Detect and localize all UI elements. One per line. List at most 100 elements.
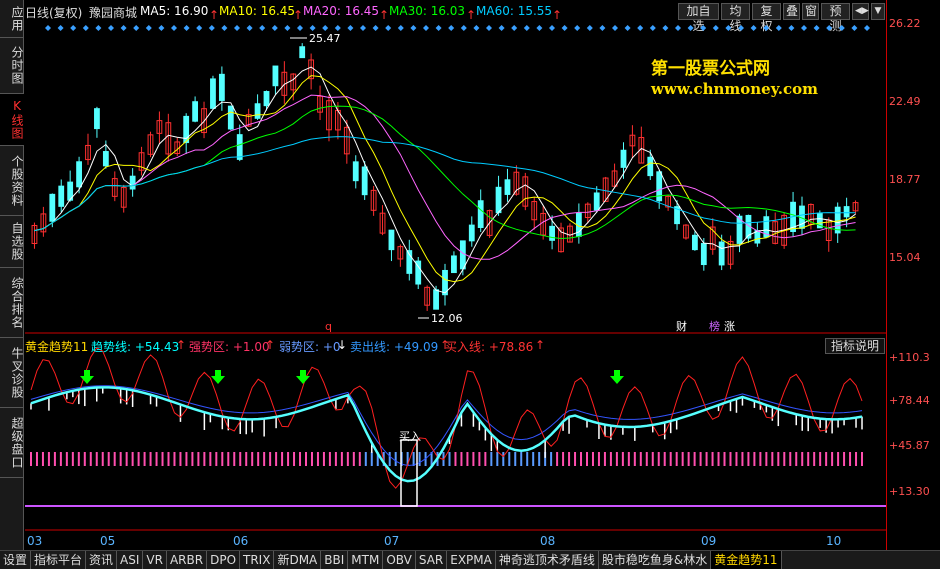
moving-average-line [34,136,856,232]
bottom-tab[interactable]: OBV [383,551,416,569]
candle-body [451,255,457,274]
price-axis: 26.22 22.49 18.77 15.04 +110.3 +78.44 +4… [886,0,940,550]
info-marker [271,25,278,31]
sidebar-tab[interactable]: K线图 [0,94,24,146]
q-marker: q [325,320,332,333]
candle-body [218,73,225,101]
info-marker [561,25,568,31]
limit-up-marker: 涨 [724,320,735,333]
info-marker [649,25,656,31]
info-marker [120,25,127,31]
high-price-label: 25.47 [309,32,341,45]
sell-line-value: 卖出线: +49.09 [350,340,439,354]
candle-body [58,185,65,207]
info-marker [423,25,429,31]
info-marker [322,25,329,31]
info-marker [385,25,392,31]
indicator-name: 黄金趋势11 [25,340,89,354]
date-label: 08 [540,534,556,548]
info-marker [675,25,681,31]
info-marker [813,25,820,31]
bottom-tab[interactable]: VR [143,551,167,569]
candle-body [94,108,100,130]
candle-body [468,224,475,242]
info-marker [511,25,518,31]
info-marker [637,25,644,31]
bottom-tab[interactable]: ARBR [167,551,208,569]
info-marker [523,25,530,31]
candle-body [210,78,216,109]
candle-body [299,46,306,59]
bottom-tab[interactable]: 股市稳吃鱼身&林水 [599,551,712,569]
info-marker [788,25,795,31]
candle-body [620,149,627,168]
price-tick: 26.22 [889,17,921,30]
info-marker [171,25,177,31]
info-marker [725,25,732,31]
info-marker [259,25,266,31]
candle-body [76,161,82,188]
finance-marker: 财 [676,319,687,333]
ind-tick: +13.30 [889,485,930,498]
indicator-explain-button[interactable]: 指标说明 [825,338,885,354]
info-marker [738,25,744,31]
sidebar-tab[interactable]: 个股资料 [0,146,24,216]
buy-line-value: 买入线: +78.86 [445,340,534,354]
info-marker [486,25,492,31]
buy-line [30,347,863,489]
bottom-tab[interactable]: ASI [117,551,144,569]
watermark-url: www.chnmoney.com [651,80,818,98]
info-marker [700,25,707,31]
info-marker [536,25,543,31]
bottom-tab[interactable]: EXPMA [447,551,496,569]
bottom-tab[interactable]: BBI [321,551,349,569]
info-marker [662,25,669,31]
info-marker [687,25,694,31]
sell-arrow-icon [296,370,310,384]
bottom-tab[interactable]: DPO [207,551,241,569]
info-marker [95,25,102,31]
moving-average-line [34,105,856,240]
candle-body [700,243,707,266]
info-marker [801,25,807,31]
bottom-tab[interactable]: 黄金趋势11 [711,551,782,569]
sidebar-tab[interactable]: 超级盘口 [0,408,24,478]
candle-body [459,240,466,270]
info-marker [309,25,316,31]
sidebar-tab[interactable]: 应用 [0,0,24,38]
info-marker [864,25,870,31]
info-marker [221,25,228,31]
sidebar-tab[interactable]: 自选股 [0,216,24,268]
info-marker [82,25,89,31]
bottom-tab[interactable]: 资讯 [86,551,118,569]
candle-body [272,65,279,87]
strong-zone-value: 强势区: +1.00 [189,340,270,354]
bottom-tab[interactable]: 神奇逃顶术矛盾线 [496,551,599,569]
candle-body [192,101,199,122]
sidebar-tab[interactable]: 综合排名 [0,268,24,338]
candle-body [691,234,698,251]
sidebar-tab[interactable]: 牛叉诊股 [0,338,24,408]
sidebar-tab[interactable]: 分时图 [0,38,24,94]
bottom-tab[interactable]: 新DMA [274,551,322,569]
candle-body [49,193,56,222]
candle-body [352,161,359,182]
info-marker [838,25,845,31]
ind-tick: +78.44 [889,394,930,407]
candle-body [102,151,109,167]
price-tick: 22.49 [889,95,921,108]
date-label: 06 [233,534,249,548]
bottom-tab[interactable]: 设置 [0,551,32,569]
info-marker [599,25,606,31]
info-marker [763,25,770,31]
bottom-tab[interactable]: MTM [348,551,384,569]
info-marker [57,25,64,31]
bottom-tab[interactable]: 指标平台 [31,551,87,569]
bottom-tab[interactable]: TRIX [240,551,275,569]
candle-body [495,186,502,214]
info-marker [196,25,203,31]
bottom-tab[interactable]: SAR [416,551,448,569]
info-marker [586,25,593,31]
info-marker [473,25,480,31]
date-label: 10 [826,534,842,548]
